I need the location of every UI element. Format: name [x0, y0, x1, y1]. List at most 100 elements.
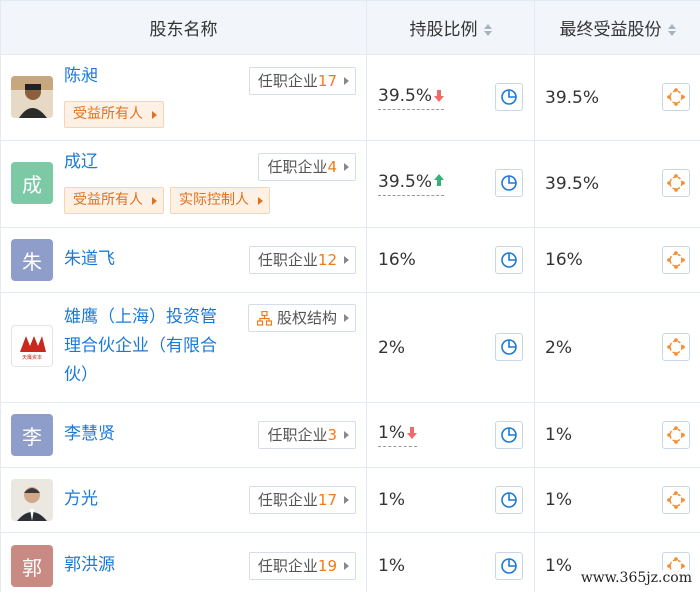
sort-icon[interactable] [667, 24, 676, 36]
arrow-down-icon [406, 427, 417, 439]
penetration-button[interactable] [662, 83, 690, 111]
equity-structure-button[interactable]: 股权结构 [247, 304, 356, 332]
shareholder-name-link[interactable]: 陈昶 [64, 62, 98, 91]
shareholder-cell: 李 李慧贤 任职企业3 [0, 402, 367, 468]
final-share-cell: 2% [534, 292, 700, 403]
caret-right-icon [344, 256, 349, 264]
avatar[interactable] [11, 76, 53, 118]
pie-chart-icon [501, 492, 517, 508]
job-companies-button[interactable]: 任职企业17 [248, 67, 356, 95]
pie-chart-icon [501, 175, 517, 191]
target-icon [667, 174, 685, 192]
pie-chart-button[interactable] [495, 486, 523, 514]
target-icon [667, 88, 685, 106]
beneficial-owner-tag[interactable]: 受益所有人 [64, 101, 164, 128]
shareholder-cell: 朱 朱道飞 任职企业12 [0, 227, 367, 293]
pie-chart-button[interactable] [495, 552, 523, 580]
penetration-button[interactable] [662, 421, 690, 449]
final-share-cell: 1% [534, 467, 700, 533]
pie-chart-button[interactable] [495, 169, 523, 197]
ratio-cell: 1% [366, 402, 535, 468]
column-header-name: 股东名称 [0, 0, 367, 55]
job-companies-button[interactable]: 任职企业19 [248, 552, 356, 580]
column-header-final-share[interactable]: 最终受益股份 [534, 0, 700, 55]
ratio-cell: 2% [366, 292, 535, 403]
table-row: 天鹰资本 雄鹰（上海）投资管 理合伙企业（有限合 伙） 股权结构 2% 2% [0, 292, 700, 403]
avatar[interactable]: 朱 [11, 239, 53, 281]
shareholder-name-link[interactable]: 成辽 [64, 148, 98, 177]
target-icon [667, 251, 685, 269]
pie-chart-button[interactable] [495, 246, 523, 274]
column-header-ratio[interactable]: 持股比例 [366, 0, 535, 55]
penetration-button[interactable] [662, 169, 690, 197]
shareholder-cell: 天鹰资本 雄鹰（上海）投资管 理合伙企业（有限合 伙） 股权结构 [0, 292, 367, 403]
table-row: 成 成辽 任职企业4 受益所有人 实际控制人 39.5% 39.5% [0, 140, 700, 228]
job-companies-button[interactable]: 任职企业3 [258, 421, 356, 449]
avatar[interactable]: 李 [11, 414, 53, 456]
final-share-value: 39.5% [545, 174, 600, 194]
company-logo[interactable]: 天鹰资本 [11, 325, 53, 367]
caret-right-icon [344, 314, 349, 322]
job-companies-button[interactable]: 任职企业12 [248, 246, 356, 274]
caret-right-icon [344, 431, 349, 439]
ratio-value: 1% [378, 490, 405, 510]
shareholder-name-link[interactable]: 朱道飞 [64, 245, 115, 274]
shareholder-name-link[interactable]: 李慧贤 [64, 420, 115, 449]
job-companies-button[interactable]: 任职企业4 [258, 153, 356, 181]
arrow-up-icon [434, 174, 445, 186]
pie-chart-button[interactable] [495, 333, 523, 361]
final-share-cell: 16% [534, 227, 700, 293]
actual-controller-tag[interactable]: 实际控制人 [170, 187, 270, 214]
pie-chart-icon [501, 558, 517, 574]
caret-right-icon [152, 197, 157, 205]
avatar[interactable] [11, 479, 53, 521]
final-share-value: 1% [545, 556, 572, 576]
caret-right-icon [152, 111, 157, 119]
final-share-value: 2% [545, 337, 572, 358]
target-icon [667, 491, 685, 509]
target-icon [667, 426, 685, 444]
final-share-cell: 39.5% [534, 54, 700, 141]
ratio-cell: 39.5% [366, 54, 535, 141]
shareholder-name-link[interactable]: 方光 [64, 485, 98, 514]
sort-icon[interactable] [483, 24, 492, 36]
job-companies-button[interactable]: 任职企业17 [248, 486, 356, 514]
caret-right-icon [258, 197, 263, 205]
caret-right-icon [344, 562, 349, 570]
avatar[interactable]: 郭 [11, 545, 53, 587]
ratio-cell: 39.5% [366, 140, 535, 228]
ratio-cell: 1% [366, 532, 535, 592]
ratio-value[interactable]: 39.5% [378, 172, 445, 196]
shareholder-cell: 方光 任职企业17 [0, 467, 367, 533]
shareholder-name-link[interactable]: 郭洪源 [64, 551, 115, 580]
table-row: 李 李慧贤 任职企业3 1% 1% [0, 402, 700, 468]
final-share-cell: 1% [534, 402, 700, 468]
ratio-value[interactable]: 39.5% [378, 86, 445, 110]
shareholder-cell: 陈昶 任职企业17 受益所有人 [0, 54, 367, 141]
pie-chart-icon [501, 89, 517, 105]
ratio-cell: 1% [366, 467, 535, 533]
tag-list: 受益所有人 [64, 101, 164, 128]
shareholder-table: 股东名称 持股比例 最终受益股份 陈昶 任职企业17 受益所有人 39.5% 3… [0, 0, 700, 592]
pie-chart-icon [501, 252, 517, 268]
org-chart-icon [256, 311, 272, 326]
ratio-cell: 16% [366, 227, 535, 293]
svg-text:天鹰资本: 天鹰资本 [22, 354, 42, 361]
table-header-row: 股东名称 持股比例 最终受益股份 [0, 0, 700, 55]
company-name-link[interactable]: 雄鹰（上海）投资管 理合伙企业（有限合 伙） [64, 303, 240, 390]
avatar[interactable]: 成 [11, 162, 53, 204]
table-row: 方光 任职企业17 1% 1% [0, 467, 700, 533]
caret-right-icon [344, 163, 349, 171]
ratio-value[interactable]: 1% [378, 423, 417, 447]
beneficial-owner-tag[interactable]: 受益所有人 [64, 187, 164, 214]
ratio-value: 2% [378, 337, 405, 358]
penetration-button[interactable] [662, 486, 690, 514]
watermark: www.365jz.com [578, 570, 694, 586]
pie-chart-button[interactable] [495, 83, 523, 111]
pie-chart-icon [501, 427, 517, 443]
ratio-value: 1% [378, 556, 405, 576]
caret-right-icon [344, 496, 349, 504]
penetration-button[interactable] [662, 246, 690, 274]
penetration-button[interactable] [662, 333, 690, 361]
pie-chart-button[interactable] [495, 421, 523, 449]
